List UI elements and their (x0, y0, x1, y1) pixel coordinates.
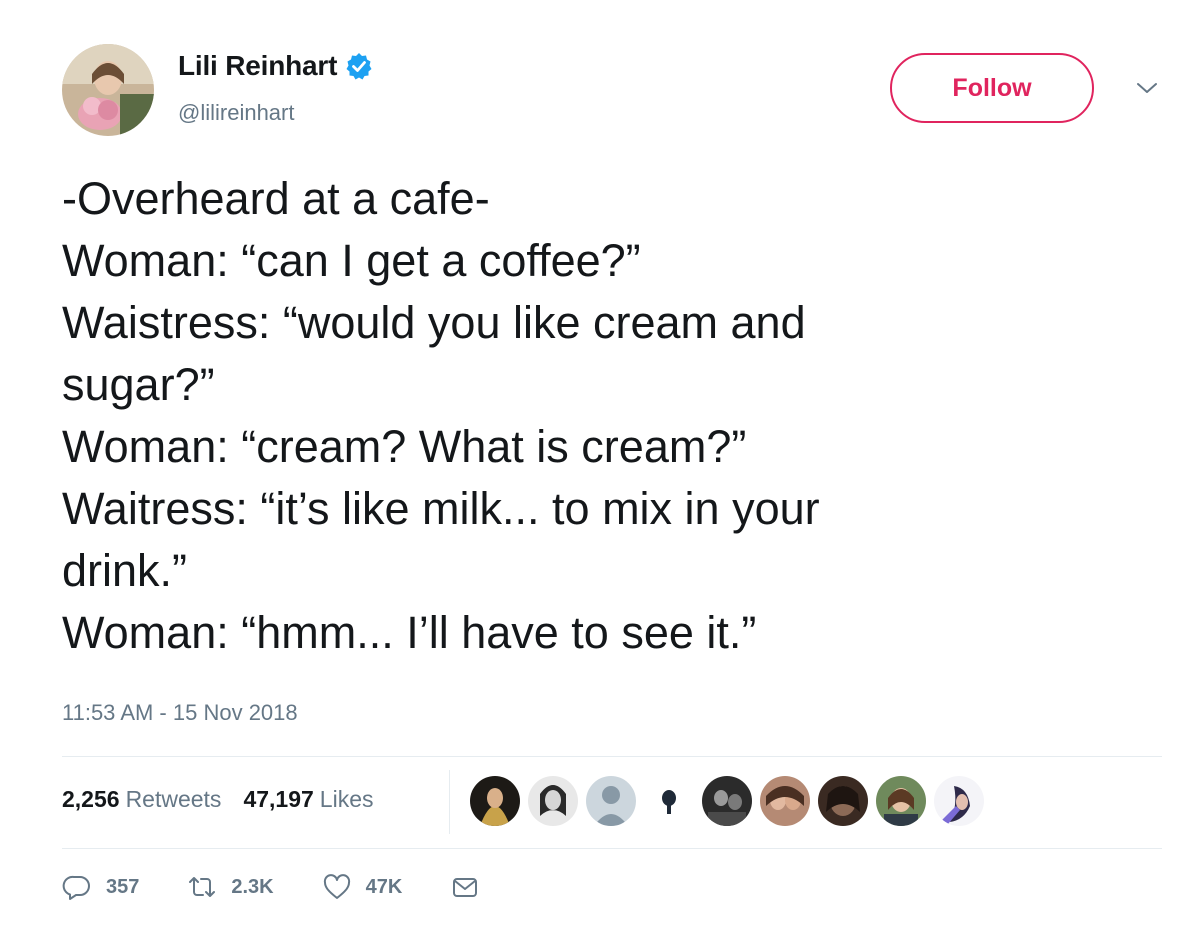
retweet-button[interactable]: 2.3K (187, 872, 274, 902)
tweet-line: Waistress: “would you like cream and (62, 297, 806, 348)
likes-stat[interactable]: 47,197 Likes (243, 786, 373, 813)
tweet-line: sugar?” (62, 359, 215, 410)
author-name[interactable]: Lili Reinhart (178, 50, 337, 82)
tweet-line: Waitress: “it’s like milk... to mix in y… (62, 483, 820, 534)
direct-message-button[interactable] (450, 872, 480, 902)
tweet-line: Woman: “hmm... I’ll have to see it.” (62, 607, 757, 658)
retweet-icon (189, 877, 216, 897)
reply-icon (62, 875, 90, 900)
liker-avatar[interactable] (818, 776, 868, 826)
liker-avatar[interactable] (760, 776, 810, 826)
tweet-line: drink.” (62, 545, 188, 596)
tweet-timestamp[interactable]: 11:53 AM - 15 Nov 2018 (62, 700, 298, 726)
follow-button[interactable]: Follow (890, 53, 1094, 123)
liker-avatar[interactable] (934, 776, 984, 826)
tweet-text: -Overheard at a cafe- Woman: “can I get … (62, 168, 1162, 664)
liker-avatar[interactable] (528, 776, 578, 826)
author-avatar[interactable] (62, 44, 154, 136)
tweet-line: Woman: “can I get a coffee?” (62, 235, 641, 286)
retweets-label: Retweets (125, 786, 222, 812)
verified-badge-icon (345, 52, 373, 80)
tweet-line: Woman: “cream? What is cream?” (62, 421, 747, 472)
retweets-count: 2,256 (62, 786, 120, 812)
retweet-count: 2.3K (231, 875, 274, 898)
liker-avatar[interactable] (702, 776, 752, 826)
reply-count: 357 (106, 875, 140, 898)
tweet-actions: 357 2.3K 47K (62, 872, 528, 902)
like-button[interactable]: 47K (322, 872, 403, 902)
liker-avatar[interactable] (644, 776, 694, 826)
likes-count: 47,197 (243, 786, 314, 812)
chevron-down-icon[interactable] (1134, 78, 1160, 98)
liker-avatar[interactable] (470, 776, 520, 826)
like-icon (323, 874, 350, 899)
avatar-image (62, 44, 154, 136)
tweet-line: -Overheard at a cafe- (62, 173, 490, 224)
likes-label: Likes (319, 786, 374, 812)
reply-button[interactable]: 357 (62, 872, 139, 902)
stats-separator (449, 770, 450, 834)
retweets-stat[interactable]: 2,256 Retweets (62, 786, 221, 813)
liker-avatar[interactable] (876, 776, 926, 826)
liker-avatar[interactable] (586, 776, 636, 826)
author-name-row[interactable]: Lili Reinhart (178, 50, 373, 82)
engagement-stats: 2,256 Retweets 47,197 Likes (62, 786, 396, 813)
like-count: 47K (365, 875, 403, 898)
author-handle[interactable]: @lilireinhart (178, 100, 294, 126)
message-icon (453, 878, 478, 897)
divider (62, 756, 1162, 757)
divider (62, 848, 1162, 849)
